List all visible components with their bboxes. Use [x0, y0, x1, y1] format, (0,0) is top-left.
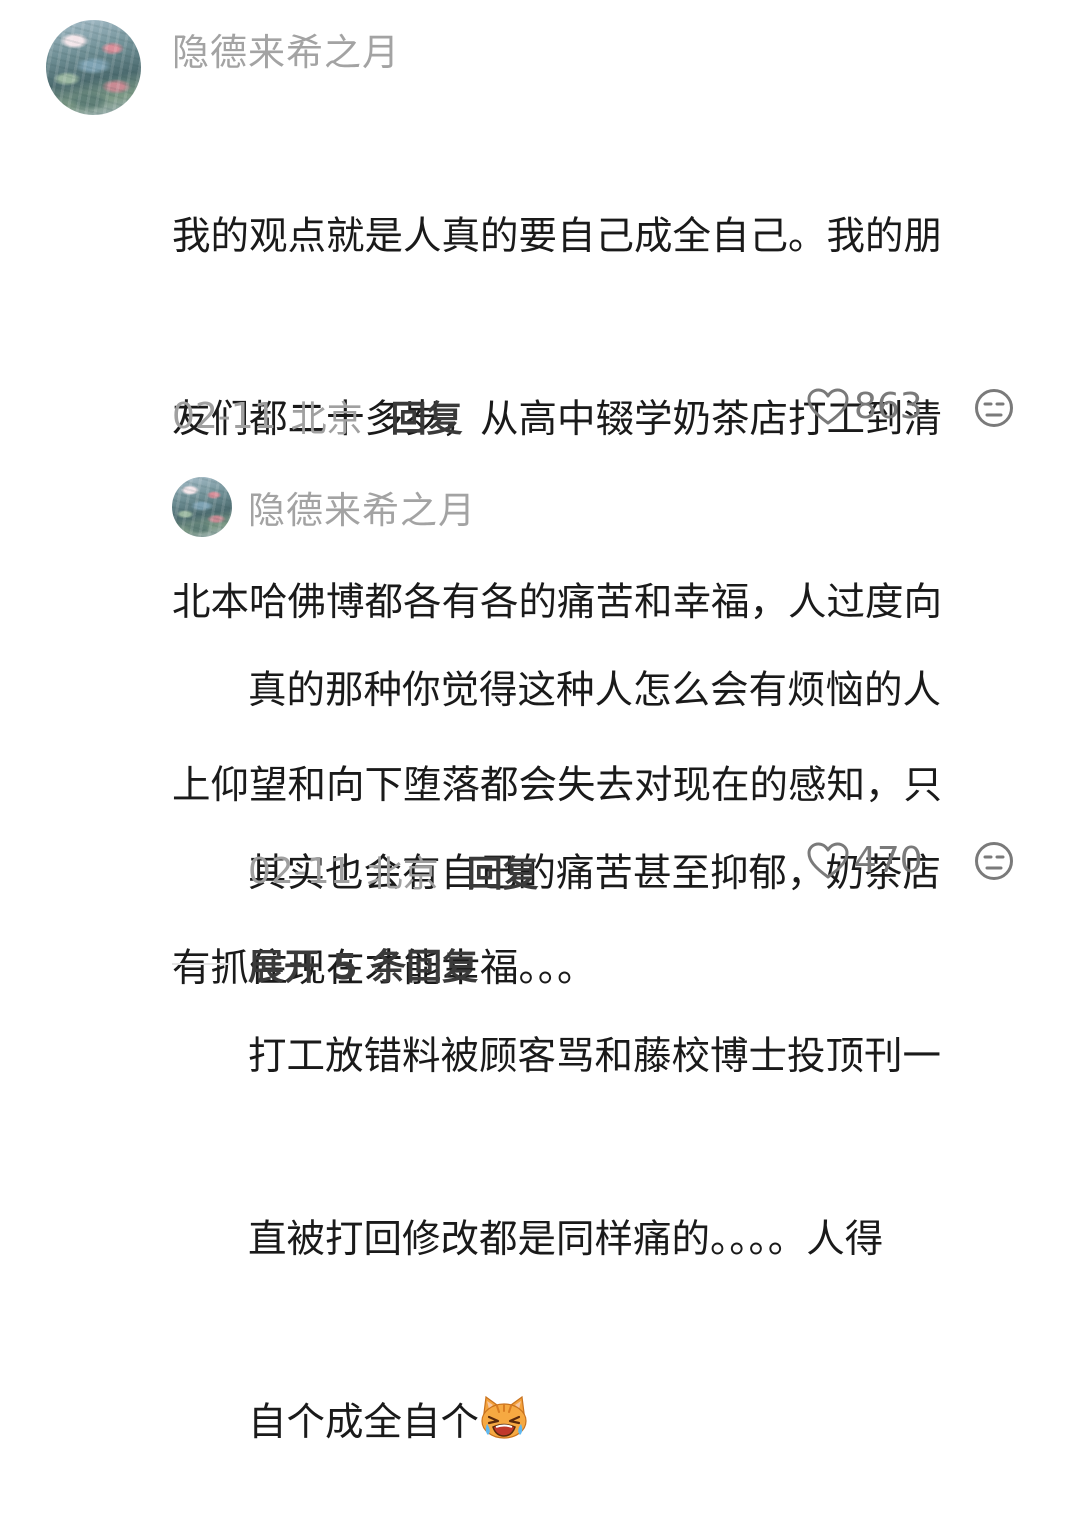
- comment-location: 北京: [290, 399, 363, 440]
- reply-meta: 02-11 北京 回复: [248, 845, 539, 897]
- reply-text-line: 真的那种你觉得这种人怎么会有烦恼的人: [248, 668, 942, 713]
- divider: [172, 963, 230, 965]
- heart-outline-icon: [806, 841, 850, 881]
- reply-dislike-button[interactable]: [974, 841, 1014, 881]
- expand-replies-button[interactable]: 展开 5 条回复: [172, 938, 478, 990]
- reply-text-line: 自个成全自个: [248, 1392, 941, 1453]
- avatar[interactable]: [46, 20, 141, 115]
- reply-reply-button[interactable]: 回复: [467, 845, 539, 897]
- heart-outline-icon: [806, 387, 850, 427]
- reply-like-count: 470: [854, 840, 923, 881]
- like-button[interactable]: 863: [806, 386, 923, 427]
- reply-username[interactable]: 隐德来希之月: [248, 480, 476, 534]
- reply-text: 真的那种你觉得这种人怎么会有烦恼的人 其实也会有自己的痛苦甚至抑郁，奶茶店 打工…: [248, 538, 941, 1514]
- reply-text-line: 打工放错料被顾客骂和藤校博士投顶刊一: [248, 1034, 942, 1079]
- reply-date: 02-11: [248, 850, 353, 892]
- reply-like-button[interactable]: 470: [806, 840, 923, 881]
- comment-username[interactable]: 隐德来希之月: [172, 22, 400, 76]
- comment-text-line: 我的观点就是人真的要自己成全自己。我的朋: [172, 214, 943, 259]
- reply-text-line: 直被打回修改都是同样痛的。。。。人得: [248, 1217, 884, 1262]
- reply-button[interactable]: 回复: [391, 390, 463, 442]
- expand-replies-label: 展开 5 条回复: [248, 947, 479, 988]
- reply-location: 北京: [366, 854, 439, 895]
- dislike-button[interactable]: [974, 388, 1014, 428]
- reply-avatar[interactable]: [172, 477, 232, 537]
- crying-cat-emoji: [479, 1395, 529, 1441]
- frown-face-icon: [974, 841, 1014, 881]
- frown-face-icon: [974, 388, 1014, 428]
- reply-text-last: 自个成全自个: [248, 1400, 480, 1445]
- comment-date: 02-11: [172, 395, 277, 437]
- like-count: 863: [854, 386, 923, 427]
- comment-meta: 02-11 北京 回复: [172, 390, 463, 442]
